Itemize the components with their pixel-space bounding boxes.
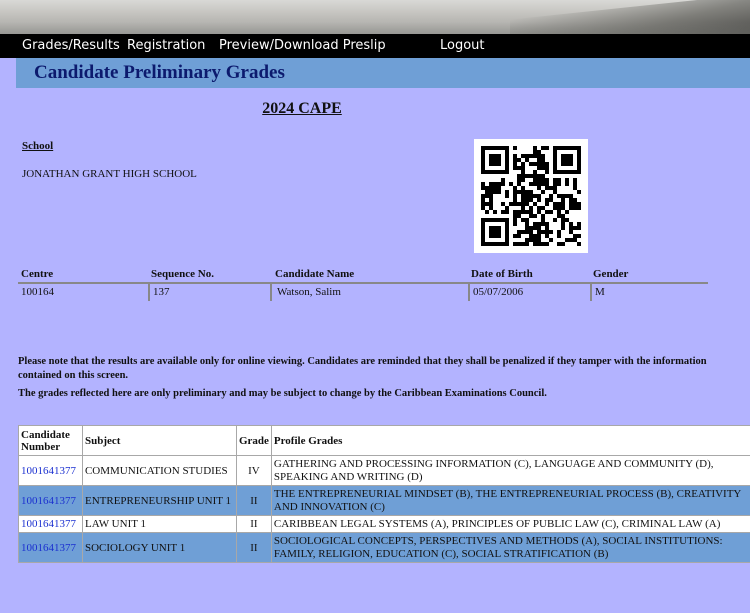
grades-table: Candidate Number Subject Grade Profile G… [18, 425, 750, 563]
nav-grades-results-link[interactable]: Grades/Results [22, 38, 120, 53]
subject-cell: COMMUNICATION STUDIES [81, 455, 237, 486]
school-label: School [22, 140, 54, 152]
profile-grades-cell: GATHERING AND PROCESSING INFORMATION (C)… [270, 455, 750, 486]
info-header-sequence: Sequence No. [151, 268, 214, 280]
profile-grades-cell: THE ENTREPRENEURIAL MINDSET (B), THE ENT… [270, 485, 750, 516]
info-value-centre: 100164 [18, 282, 148, 301]
header-subject: Subject [81, 425, 237, 456]
header-grade: Grade [235, 425, 272, 456]
table-row: 1001641377 ENTREPRENEURSHIP UNIT 1 II TH… [18, 485, 750, 516]
info-value-sequence: 137 [148, 282, 270, 301]
subject-cell: LAW UNIT 1 [81, 515, 237, 533]
header-banner-image [0, 0, 750, 34]
page-title: Candidate Preliminary Grades [34, 62, 285, 83]
info-header-centre: Centre [21, 268, 54, 280]
table-row: 1001641377 COMMUNICATION STUDIES IV GATH… [18, 455, 750, 486]
grade-cell: II [235, 515, 272, 533]
info-col-centre: Centre 100164 [18, 267, 148, 301]
info-header-dob: Date of Birth [471, 268, 533, 280]
info-value-dob: 05/07/2006 [468, 282, 590, 301]
header-candidate-number: Candidate Number [18, 425, 83, 456]
subject-cell: ENTREPRENEURSHIP UNIT 1 [81, 485, 237, 516]
info-value-candidate-name: Watson, Salim [270, 282, 468, 301]
preliminary-notice: The grades reflected here are only preli… [18, 388, 547, 399]
profile-grades-cell: CARIBBEAN LEGAL SYSTEMS (A), PRINCIPLES … [270, 515, 750, 533]
school-name: JONATHAN GRANT HIGH SCHOOL [22, 168, 197, 180]
grade-cell: II [235, 485, 272, 516]
candidate-number-link[interactable]: 1001641377 [18, 485, 83, 516]
info-header-candidate-name: Candidate Name [275, 268, 355, 280]
nav-preview-preslip-link[interactable]: Preview/Download Preslip [219, 38, 386, 53]
qr-code-icon [474, 139, 588, 253]
page-heading-bar: Candidate Preliminary Grades [16, 58, 750, 88]
candidate-number-link[interactable]: 1001641377 [18, 532, 83, 563]
nav-bar: Grades/Results Registration Preview/Down… [0, 34, 750, 58]
info-col-dob: Date of Birth 05/07/2006 [468, 267, 590, 301]
table-row: 1001641377 LAW UNIT 1 II CARIBBEAN LEGAL… [18, 515, 750, 533]
nav-logout-link[interactable]: Logout [440, 38, 485, 53]
grade-cell: II [235, 532, 272, 563]
info-col-candidate-name: Candidate Name Watson, Salim [270, 267, 468, 301]
viewing-notice: Please note that the results are availab… [18, 356, 707, 381]
info-value-gender: M [590, 282, 708, 301]
candidate-number-link[interactable]: 1001641377 [18, 455, 83, 486]
info-col-sequence: Sequence No. 137 [148, 267, 270, 301]
candidate-number-link[interactable]: 1001641377 [18, 515, 83, 533]
header-profile-grades: Profile Grades [270, 425, 750, 456]
info-header-gender: Gender [593, 268, 629, 280]
profile-grades-cell: SOCIOLOGICAL CONCEPTS, PERSPECTIVES AND … [270, 532, 750, 563]
grade-cell: IV [235, 455, 272, 486]
table-row: 1001641377 SOCIOLOGY UNIT 1 II SOCIOLOGI… [18, 532, 750, 563]
nav-registration-link[interactable]: Registration [127, 38, 205, 53]
info-col-gender: Gender M [590, 267, 708, 301]
subject-cell: SOCIOLOGY UNIT 1 [81, 532, 237, 563]
exam-title: 2024 CAPE [262, 100, 342, 117]
